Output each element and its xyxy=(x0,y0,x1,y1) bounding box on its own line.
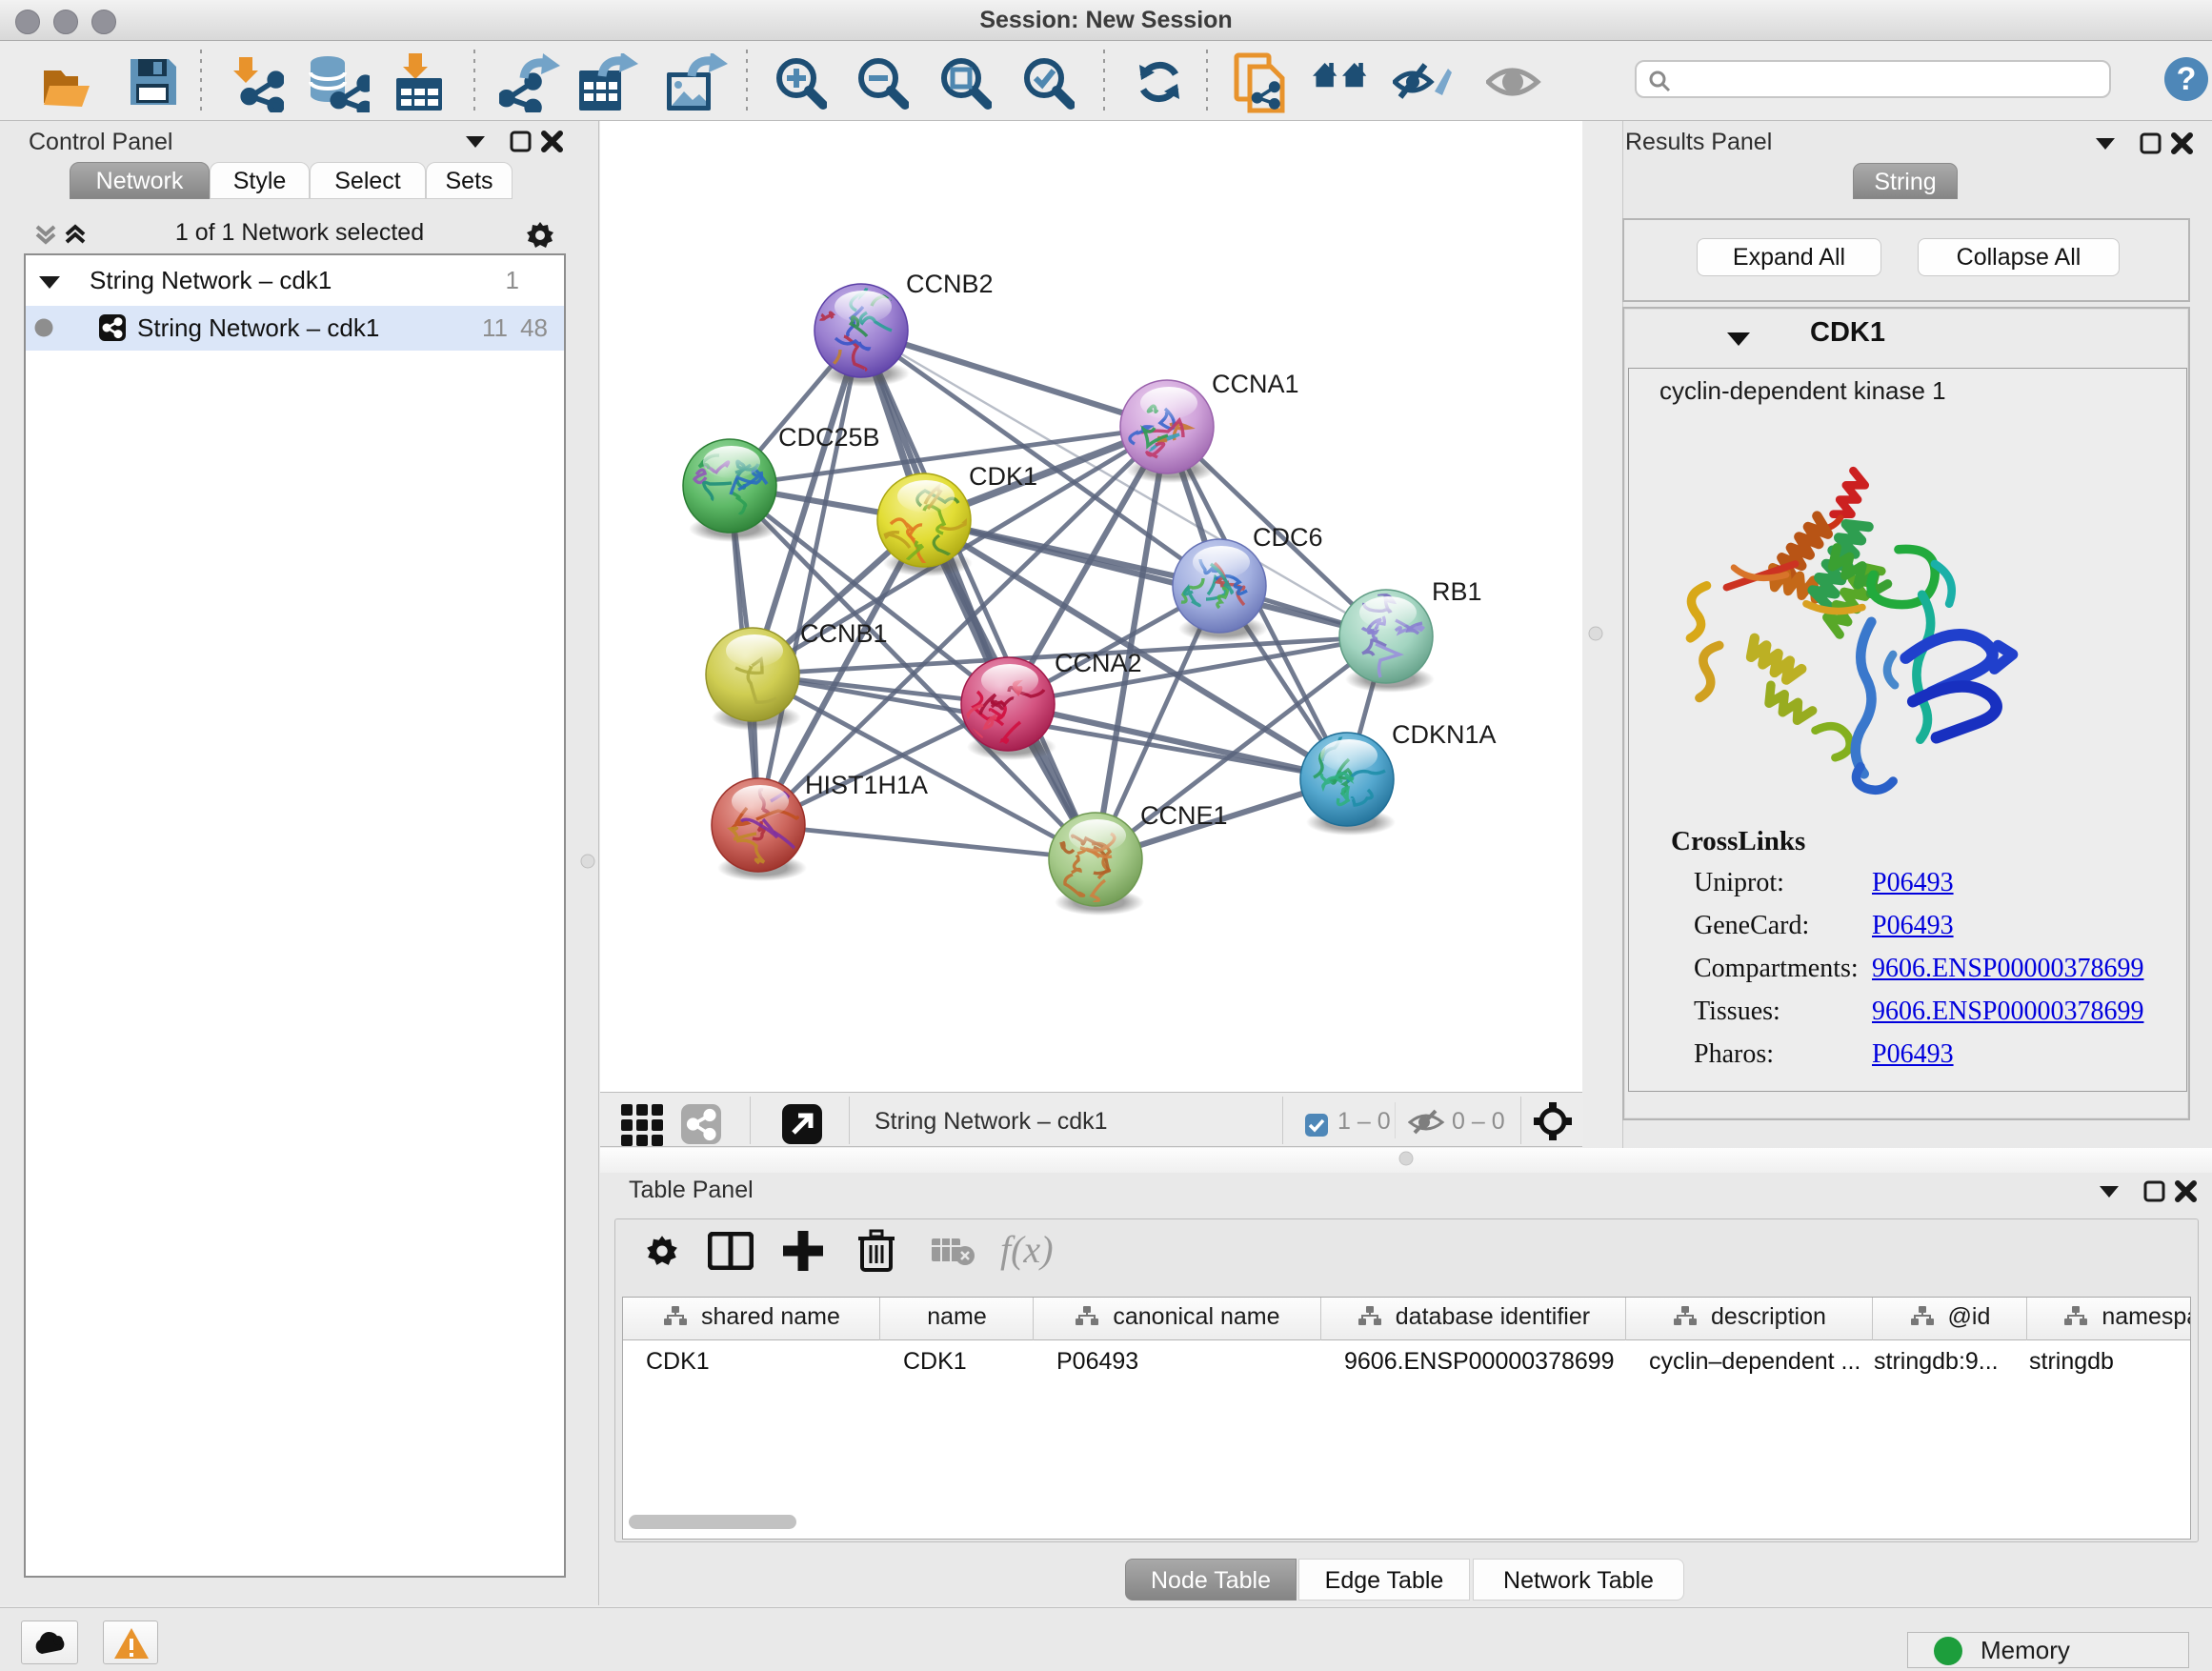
svg-text:HIST1H1A: HIST1H1A xyxy=(805,771,928,799)
svg-text:CDK1: CDK1 xyxy=(969,462,1037,491)
svg-text:CCNA1: CCNA1 xyxy=(1212,370,1299,398)
svg-text:CDKN1A: CDKN1A xyxy=(1392,720,1497,749)
svg-text:CCNA2: CCNA2 xyxy=(1055,649,1142,677)
svg-text:CCNE1: CCNE1 xyxy=(1140,801,1228,830)
svg-text:CDC25B: CDC25B xyxy=(778,423,880,452)
svg-text:RB1: RB1 xyxy=(1432,577,1482,606)
svg-text:CCNB2: CCNB2 xyxy=(906,270,994,298)
svg-text:?: ? xyxy=(2177,61,2197,97)
svg-text:CCNB1: CCNB1 xyxy=(800,619,888,648)
svg-text:CDC6: CDC6 xyxy=(1253,523,1323,552)
